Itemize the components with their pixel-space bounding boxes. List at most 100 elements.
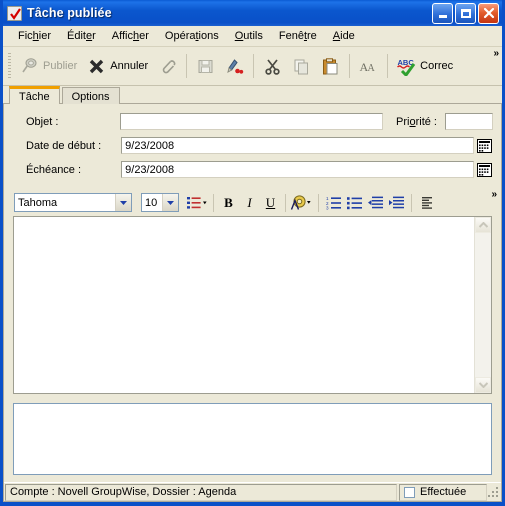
scroll-up-button[interactable] (475, 217, 491, 233)
bold-button[interactable]: B (218, 192, 239, 213)
cancel-button[interactable]: Annuler (82, 51, 153, 81)
cancel-x-icon (90, 59, 104, 73)
completed-checkbox[interactable] (404, 486, 415, 498)
menu-item-operations[interactable]: Opérations (157, 28, 227, 45)
task-window: Tâche publiée Fichier Éditer Afficher Op… (0, 0, 505, 506)
save-button[interactable] (191, 51, 220, 81)
due-date-row: Échéance : (12, 161, 493, 178)
text-color-icon (290, 194, 311, 210)
message-body-input[interactable] (14, 217, 474, 393)
publish-label: Publier (43, 60, 78, 72)
due-date-input[interactable] (121, 161, 474, 178)
toolbar-separator (349, 54, 351, 78)
start-date-row: Date de début : (12, 137, 493, 154)
underline-button[interactable]: U (260, 192, 281, 213)
tab-strip: Tâche Options (3, 86, 502, 105)
print-preview-button[interactable] (220, 51, 249, 81)
title-bar[interactable]: Tâche publiée (3, 0, 502, 26)
publish-button[interactable]: Publier (15, 51, 82, 81)
calendar-icon (477, 138, 492, 153)
print-preview-icon (227, 58, 244, 74)
numbered-list-button[interactable]: 123 (323, 192, 344, 213)
priority-input[interactable] (445, 113, 493, 130)
font-family-value: Tahoma (18, 196, 58, 209)
cancel-label: Annuler (110, 60, 149, 72)
fields-area: Objet : Priorité : Date de début : 9/23/… (4, 104, 501, 189)
window-title: Tâche publiée (27, 6, 112, 20)
status-info-pane: Compte : Novell GroupWise, Dossier : Age… (5, 483, 397, 501)
due-date-label: Échéance : (26, 163, 82, 176)
window-controls (432, 2, 500, 24)
scroll-down-button[interactable] (475, 377, 491, 393)
priority-label: Priorité : (396, 115, 437, 128)
font-size-dropdown[interactable]: 10 (141, 193, 179, 212)
message-body-scrollbar[interactable] (474, 217, 491, 393)
save-floppy-icon (198, 59, 213, 73)
attachment-button[interactable] (153, 51, 182, 81)
due-date-calendar-button[interactable] (476, 161, 493, 178)
paste-button[interactable] (316, 51, 345, 81)
increase-indent-button[interactable] (386, 192, 407, 213)
subject-input[interactable] (120, 113, 384, 130)
copy-icon (294, 59, 309, 74)
font-button[interactable]: A A (354, 51, 383, 81)
svg-text:A: A (368, 63, 376, 74)
bullet-list-icon (346, 196, 362, 209)
spellcheck-label: Correc (420, 60, 454, 72)
italic-button[interactable]: I (239, 192, 260, 213)
bullet-list-button[interactable] (344, 192, 365, 213)
spellcheck-button[interactable]: ABC Correc (392, 51, 458, 81)
format-toolbar: Tahoma 10 B I U 1 2 3 » (4, 189, 501, 216)
close-button[interactable] (478, 2, 499, 24)
status-bar: Compte : Novell GroupWise, Dossier : Age… (4, 482, 501, 501)
start-date-input[interactable] (121, 137, 474, 154)
cut-button[interactable] (258, 51, 287, 81)
chevron-down-icon (478, 382, 488, 388)
main-toolbar: Publier Annuler A A ABC Correc » (3, 47, 502, 86)
toolbar-overflow-button[interactable]: » (493, 49, 499, 59)
increase-indent-icon (388, 196, 404, 208)
paragraph-style-dropdown[interactable] (187, 192, 209, 213)
align-icon (421, 196, 432, 209)
tab-options-label: Options (71, 90, 110, 103)
align-button[interactable] (416, 192, 437, 213)
minimize-button[interactable] (432, 2, 453, 24)
tab-options[interactable]: Options (61, 87, 120, 104)
resize-grip[interactable] (488, 484, 501, 500)
paste-clipboard-icon (323, 57, 338, 74)
decrease-indent-button[interactable] (365, 192, 386, 213)
menu-bar: Fichier Éditer Afficher Opérations Outil… (3, 26, 502, 47)
menu-item-fenetre[interactable]: Fenêtre (271, 28, 325, 45)
menu-item-afficher[interactable]: Afficher (104, 28, 157, 45)
toolbar-separator (387, 54, 389, 78)
chevron-down-icon (115, 194, 131, 211)
font-family-dropdown[interactable]: Tahoma (14, 193, 132, 212)
format-separator (411, 193, 412, 212)
menu-item-outils[interactable]: Outils (227, 28, 271, 45)
format-separator (213, 193, 214, 212)
subject-label: Objet : (26, 115, 59, 128)
spellcheck-abc-icon: ABC (397, 58, 416, 76)
format-separator (285, 193, 286, 212)
menu-item-aide[interactable]: Aide (325, 28, 363, 45)
task-checkbox-icon (7, 5, 22, 21)
numbered-list-icon: 123 (326, 196, 341, 210)
chevron-down-icon (162, 194, 178, 211)
tab-tache[interactable]: Tâche (9, 86, 60, 105)
paragraph-style-icon (187, 196, 207, 209)
attachments-box[interactable] (13, 403, 492, 475)
completed-pane[interactable]: Effectuée (399, 483, 487, 501)
start-date-calendar-button[interactable] (476, 137, 493, 154)
copy-button[interactable] (287, 51, 316, 81)
menu-item-fichier[interactable]: Fichier (10, 28, 59, 45)
text-color-dropdown[interactable] (290, 192, 314, 213)
status-info-text: Compte : Novell GroupWise, Dossier : Age… (10, 486, 237, 498)
toolbar-separator (186, 54, 188, 78)
toolbar-grip[interactable] (8, 53, 11, 79)
toolbar-separator (253, 54, 255, 78)
maximize-button[interactable] (455, 2, 476, 24)
start-date-label: Date de début : (26, 139, 102, 152)
menu-item-editer[interactable]: Éditer (59, 28, 104, 45)
format-overflow-button[interactable]: » (491, 190, 497, 200)
decrease-indent-icon (367, 196, 383, 208)
